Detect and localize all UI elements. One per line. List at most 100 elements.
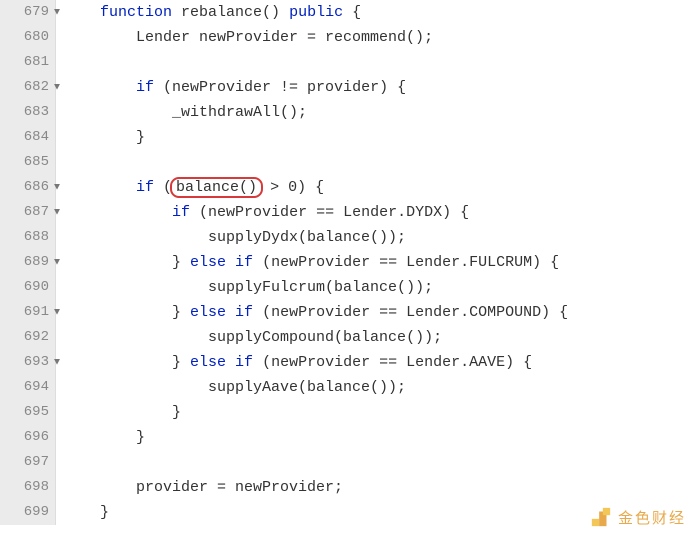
fold-marker-icon[interactable]: ▼ [54,200,60,225]
code-line: 684 } [0,125,700,150]
code-line: 687▼ if (newProvider == Lender.DYDX) { [0,200,700,225]
code-content[interactable]: } else if (newProvider == Lender.COMPOUN… [56,300,568,325]
line-number: 685 [0,150,56,175]
line-number: 680 [0,25,56,50]
line-number: 691▼ [0,300,56,325]
code-line: 697 [0,450,700,475]
code-token: provider = newProvider; [136,479,343,496]
code-content[interactable]: Lender newProvider = recommend(); [56,25,433,50]
code-line: 690 supplyFulcrum(balance()); [0,275,700,300]
code-token: (newProvider == Lender.AAVE) { [253,354,532,371]
code-line: 691▼ } else if (newProvider == Lender.CO… [0,300,700,325]
fold-marker-icon[interactable]: ▼ [54,75,60,100]
line-number: 696 [0,425,56,450]
keyword-token: if [136,79,154,96]
code-content[interactable]: function rebalance() public { [56,0,361,25]
line-number: 687▼ [0,200,56,225]
code-token: supplyCompound(balance()); [208,329,442,346]
code-token: } [172,404,181,421]
code-token: > 0) { [261,179,324,196]
code-line: 688 supplyDydx(balance()); [0,225,700,250]
line-number: 698 [0,475,56,500]
code-content[interactable]: } else if (newProvider == Lender.AAVE) { [56,350,532,375]
fold-marker-icon[interactable]: ▼ [54,250,60,275]
watermark-text: 金色财经 [618,507,686,528]
code-token: } [172,304,190,321]
keyword-token: public [289,4,343,21]
code-line: 695 } [0,400,700,425]
code-content[interactable]: if (balance() > 0) { [56,175,324,200]
line-number: 695 [0,400,56,425]
code-line: 682▼ if (newProvider != provider) { [0,75,700,100]
code-token: } [136,129,145,146]
code-content[interactable]: if (newProvider == Lender.DYDX) { [56,200,469,225]
keyword-token: else if [190,304,253,321]
fold-marker-icon[interactable]: ▼ [54,0,60,25]
code-token: } [172,354,190,371]
code-line: 693▼ } else if (newProvider == Lender.AA… [0,350,700,375]
code-content[interactable]: } [56,500,109,525]
code-token: Lender newProvider = recommend(); [136,29,433,46]
keyword-token: else if [190,254,253,271]
code-token: rebalance [181,4,262,21]
code-content[interactable]: } [56,425,145,450]
code-token: () [262,4,289,21]
code-content[interactable]: } [56,125,145,150]
code-content[interactable]: supplyAave(balance()); [56,375,406,400]
code-token: } [172,254,190,271]
code-line: 696 } [0,425,700,450]
code-content[interactable]: supplyDydx(balance()); [56,225,406,250]
code-token: supplyDydx(balance()); [208,229,406,246]
code-line: 694 supplyAave(balance()); [0,375,700,400]
line-number: 694 [0,375,56,400]
code-content[interactable]: if (newProvider != provider) { [56,75,406,100]
keyword-token: if [136,179,154,196]
line-number: 681 [0,50,56,75]
line-number: 679▼ [0,0,56,25]
keyword-token: else if [190,354,253,371]
line-number: 689▼ [0,250,56,275]
line-number: 684 [0,125,56,150]
code-token: _withdrawAll(); [172,104,307,121]
watermark: 金色财经 [590,506,686,528]
code-line: 689▼ } else if (newProvider == Lender.FU… [0,250,700,275]
code-line: 680 Lender newProvider = recommend(); [0,25,700,50]
code-token: (newProvider == Lender.COMPOUND) { [253,304,568,321]
line-number: 686▼ [0,175,56,200]
line-number: 683 [0,100,56,125]
code-token: } [100,504,109,521]
code-content[interactable]: supplyCompound(balance()); [56,325,442,350]
line-number: 682▼ [0,75,56,100]
line-number: 693▼ [0,350,56,375]
line-number: 692 [0,325,56,350]
line-number: 697 [0,450,56,475]
line-number: 699 [0,500,56,525]
code-line: 679▼ function rebalance() public { [0,0,700,25]
code-token: supplyAave(balance()); [208,379,406,396]
code-token: { [343,4,361,21]
code-line: 683 _withdrawAll(); [0,100,700,125]
line-number: 688 [0,225,56,250]
code-line: 685 [0,150,700,175]
code-line: 692 supplyCompound(balance()); [0,325,700,350]
code-editor: 679▼ function rebalance() public {680 Le… [0,0,700,540]
fold-marker-icon[interactable]: ▼ [54,350,60,375]
code-token: } [136,429,145,446]
logo-icon [590,506,612,528]
code-line: 686▼ if (balance() > 0) { [0,175,700,200]
code-content[interactable]: provider = newProvider; [56,475,343,500]
code-token: (newProvider == Lender.FULCRUM) { [253,254,559,271]
code-token: (newProvider == Lender.DYDX) { [190,204,469,221]
code-content[interactable]: } [56,400,181,425]
code-content[interactable]: _withdrawAll(); [56,100,307,125]
code-token: supplyFulcrum(balance()); [208,279,433,296]
code-content[interactable]: supplyFulcrum(balance()); [56,275,433,300]
highlighted-token: balance() [170,177,263,198]
code-line: 698 provider = newProvider; [0,475,700,500]
fold-marker-icon[interactable]: ▼ [54,175,60,200]
code-token: (newProvider != provider) { [154,79,406,96]
code-line: 681 [0,50,700,75]
keyword-token: function [100,4,181,21]
code-content[interactable]: } else if (newProvider == Lender.FULCRUM… [56,250,559,275]
fold-marker-icon[interactable]: ▼ [54,300,60,325]
